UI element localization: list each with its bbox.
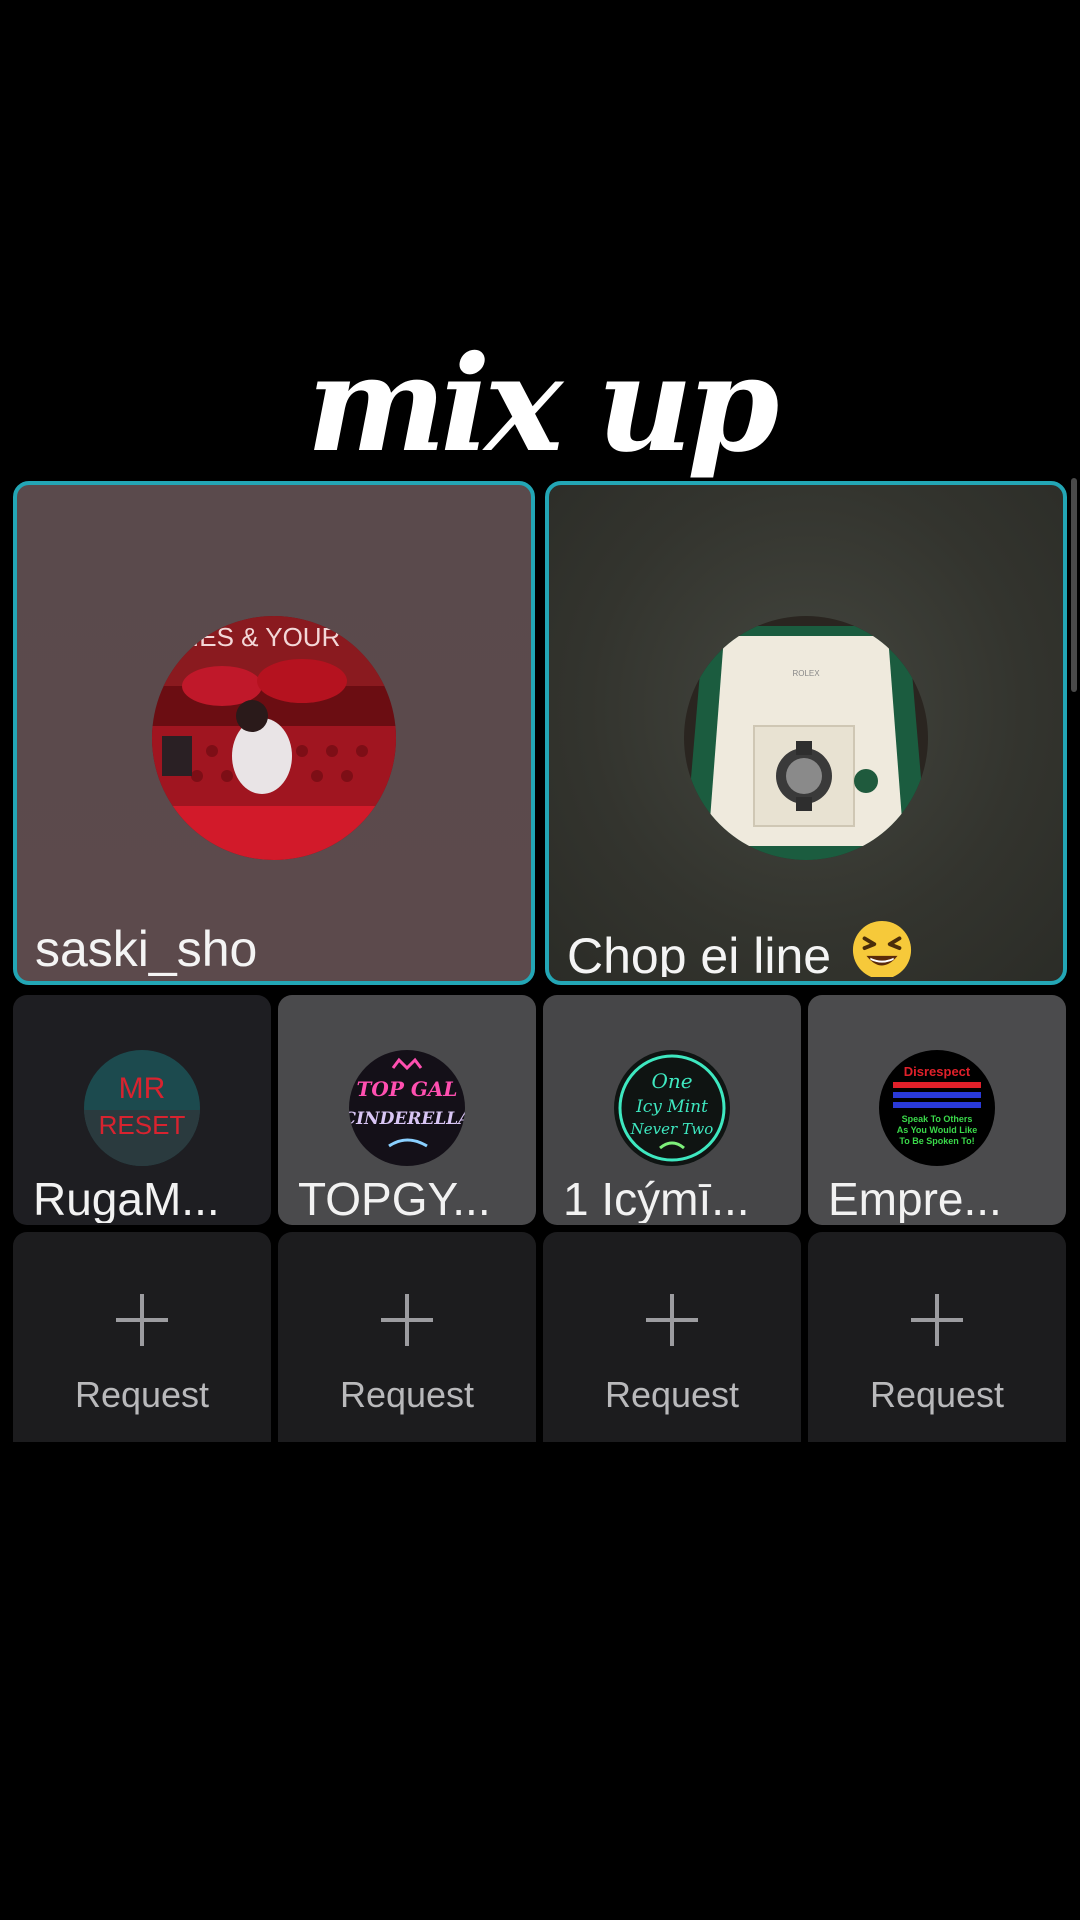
guest-tile-1[interactable]: MR RESET RugaM... (13, 995, 271, 1225)
host-name-2: Chop ei line (567, 919, 913, 977)
plus-icon (911, 1294, 963, 1346)
plus-icon (646, 1294, 698, 1346)
guest4-logo-text-4: To Be Spoken To! (899, 1136, 974, 1146)
request-label: Request (869, 1374, 1005, 1415)
guest-avatar-3: One Icy Mint Never Two (614, 1050, 730, 1166)
guest3-logo-text-1: One (651, 1069, 692, 1093)
guest-name-2: TOPGY... (298, 1173, 491, 1223)
guest-tile-2[interactable]: TOP GAL CINDERELLA TOPGY... (278, 995, 536, 1225)
request-slot-4[interactable]: Request (808, 1232, 1066, 1442)
host-name-2-text: Chop ei line (567, 928, 832, 977)
guest1-logo-text-1: MR (119, 1072, 166, 1105)
host-avatar-2: ROLEX (684, 616, 928, 860)
host-avatar-1: IES & YOUR (152, 616, 396, 860)
scrollbar[interactable] (1071, 478, 1077, 692)
stream-title: mix up (306, 327, 780, 482)
host-tile-1[interactable]: IES & YOUR saski_sho (13, 481, 535, 985)
guest-name-4: Empre... (828, 1173, 1002, 1223)
guest-tile-4[interactable]: Disrespect Speak To Others As You Would … (808, 995, 1066, 1225)
plus-icon (116, 1294, 168, 1346)
guest3-logo-text-2: Icy Mint (635, 1097, 708, 1117)
request-label: Request (74, 1374, 210, 1415)
guest4-logo-text-1: Disrespect (904, 1064, 971, 1079)
guest-avatar-1: MR RESET (84, 1050, 200, 1166)
guest3-logo-text-3: Never Two (630, 1120, 714, 1138)
request-slot-1[interactable]: Request (13, 1232, 271, 1442)
request-slot-2[interactable]: Request (278, 1232, 536, 1442)
plus-icon (381, 1294, 433, 1346)
request-label: Request (339, 1374, 475, 1415)
guest-avatar-4: Disrespect Speak To Others As You Would … (879, 1050, 995, 1166)
svg-text:ROLEX: ROLEX (792, 669, 820, 678)
laughing-squint-emoji-icon (852, 920, 912, 977)
guest-tile-3[interactable]: One Icy Mint Never Two 1 Icýmī... (543, 995, 801, 1225)
guest-name-3: 1 Icýmī... (563, 1173, 750, 1223)
host-tile-2[interactable]: ROLEX Chop ei line (545, 481, 1067, 985)
guest-name-1: RugaM... (33, 1173, 220, 1223)
host1-sign-text: IES & YOUR (192, 622, 340, 652)
guest2-logo-text-1: TOP GAL (357, 1077, 458, 1101)
host-name-1: saski_sho (35, 921, 258, 977)
guest4-logo-text-3: As You Would Like (897, 1125, 978, 1135)
guest1-logo-text-2: RESET (99, 1110, 186, 1140)
request-slot-3[interactable]: Request (543, 1232, 801, 1442)
request-label: Request (604, 1374, 740, 1415)
guest2-logo-text-2: CINDERELLA (349, 1109, 465, 1129)
guest4-logo-text-2: Speak To Others (902, 1114, 973, 1124)
guest-avatar-2: TOP GAL CINDERELLA (349, 1050, 465, 1166)
